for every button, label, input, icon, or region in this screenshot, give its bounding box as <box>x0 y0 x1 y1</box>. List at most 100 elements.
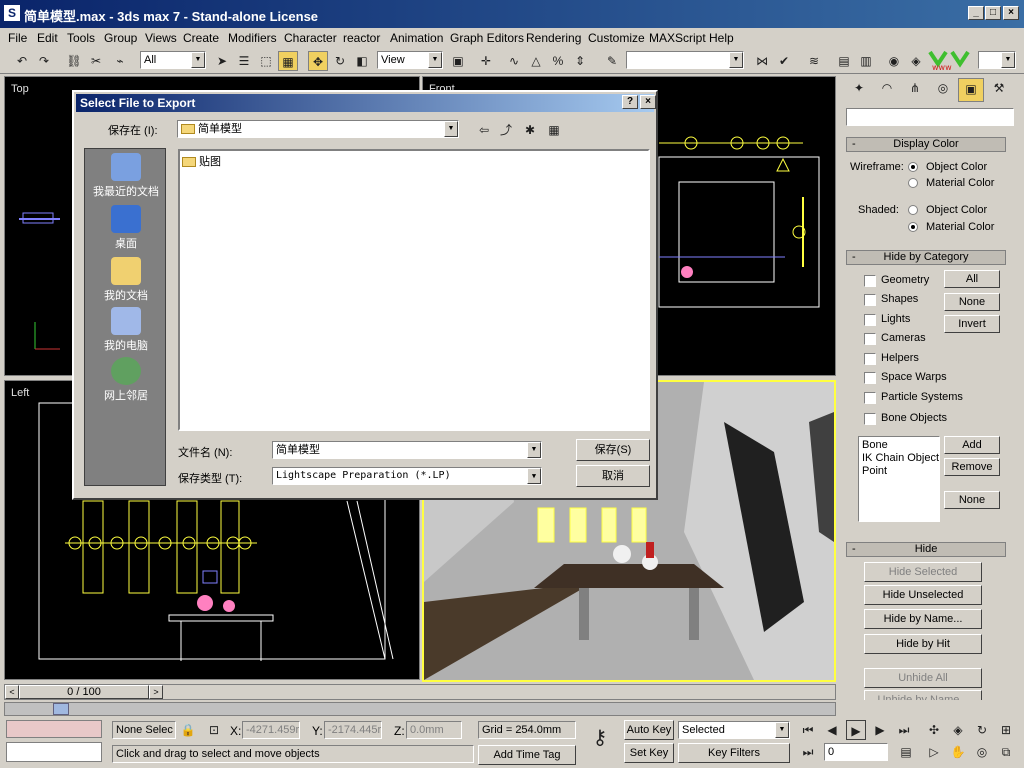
goto-start-icon[interactable]: ⏮ <box>798 720 818 740</box>
z-coordinate-field[interactable]: 0.0mm <box>406 721 462 739</box>
scale-icon[interactable]: ◧ <box>352 51 372 71</box>
place-desktop[interactable]: 桌面 <box>85 205 167 251</box>
rotate-icon[interactable]: ↻ <box>330 51 350 71</box>
menu-group[interactable]: Group <box>104 31 137 45</box>
dialog-close-button[interactable]: × <box>640 95 656 109</box>
particle-systems-checkbox[interactable] <box>864 392 876 404</box>
motion-tab-icon[interactable]: ◎ <box>930 78 956 102</box>
material-editor-icon[interactable]: ◉ <box>884 51 904 71</box>
cameras-checkbox[interactable] <box>864 333 876 345</box>
time-slider-track[interactable]: < 0 / 100 > <box>4 684 836 700</box>
move-icon[interactable]: ✥ <box>308 51 328 71</box>
cancel-button[interactable]: 取消 <box>576 465 650 487</box>
maximize-button[interactable]: □ <box>985 6 1001 20</box>
curve-editor-icon[interactable]: ▤ <box>834 51 854 71</box>
add-button[interactable]: Add <box>944 436 1000 454</box>
create-tab-icon[interactable]: ✦ <box>846 78 872 102</box>
add-time-tag-button[interactable]: Add Time Tag <box>478 745 576 765</box>
file-list[interactable]: 贴图 <box>178 149 650 431</box>
hierarchy-tab-icon[interactable]: ⋔ <box>902 78 928 102</box>
place-my-documents[interactable]: 我的文档 <box>85 257 167 303</box>
time-next-icon[interactable]: > <box>149 685 163 699</box>
zoom-extents-icon[interactable]: ◈ <box>948 720 968 740</box>
redo-icon[interactable]: ↷ <box>34 51 54 71</box>
unlink-icon[interactable]: ✂ <box>86 51 106 71</box>
absolute-mode-icon[interactable]: ⊡ <box>204 720 224 740</box>
shaded-object-color-radio[interactable] <box>908 205 918 215</box>
menu-maxscript[interactable]: MAXScript <box>649 31 706 45</box>
set-key-icon[interactable]: ⚷ <box>584 728 616 754</box>
display-color-rollout[interactable]: - Display Color <box>846 137 1006 152</box>
helpers-checkbox[interactable] <box>864 353 876 365</box>
display-tab-icon[interactable]: ▣ <box>958 78 984 102</box>
auto-key-button[interactable]: Auto Key <box>624 720 674 740</box>
rect-selection-icon[interactable]: ⬚ <box>256 51 276 71</box>
goto-end-icon[interactable]: ⏭ <box>894 720 914 740</box>
view-menu-icon[interactable]: ▦ <box>544 120 564 140</box>
up-folder-icon[interactable]: ⤴ <box>496 120 516 140</box>
render-scene-icon[interactable]: ◈ <box>906 51 926 71</box>
bind-space-warp-icon[interactable]: ⌁ <box>110 51 130 71</box>
selection-filter-dropdown[interactable]: All ▼ <box>140 51 206 69</box>
hide-rollout[interactable]: - Hide <box>846 542 1006 557</box>
category-list[interactable]: Bone IK Chain Object Point <box>858 436 940 522</box>
close-button[interactable]: × <box>1003 6 1019 20</box>
wireframe-material-color-radio[interactable] <box>908 178 918 188</box>
align-icon[interactable]: ✔ <box>774 51 794 71</box>
menu-rendering[interactable]: Rendering <box>526 31 581 45</box>
place-my-computer[interactable]: 我的电脑 <box>85 307 167 353</box>
track-bar-key[interactable] <box>53 703 69 715</box>
hand-pan-icon[interactable]: ✋ <box>948 742 968 762</box>
time-configuration-icon[interactable]: ▤ <box>896 742 916 762</box>
file-item[interactable]: 贴图 <box>182 153 221 169</box>
hide-selected-button[interactable]: Hide Selected <box>864 562 982 582</box>
menu-views[interactable]: Views <box>145 31 177 45</box>
render-type-dropdown[interactable]: ▼ <box>978 51 1016 69</box>
menu-modifiers[interactable]: Modifiers <box>228 31 277 45</box>
edit-named-selection-icon[interactable]: ✎ <box>602 51 622 71</box>
command-panel-field[interactable] <box>846 108 1014 126</box>
filename-input[interactable]: 简单模型 ▼ <box>272 441 542 459</box>
x-coordinate-field[interactable]: -4271.459r <box>242 721 300 739</box>
mirror-icon[interactable]: ⋈ <box>752 51 772 71</box>
manipulate-icon[interactable]: ✛ <box>476 51 496 71</box>
modify-tab-icon[interactable]: ◠ <box>874 78 900 102</box>
pan-icon[interactable]: ✣ <box>924 720 944 740</box>
pivot-center-icon[interactable]: ▣ <box>448 51 468 71</box>
back-icon[interactable]: ⇦ <box>474 120 494 140</box>
named-selection-dropdown[interactable]: ▼ <box>626 51 744 69</box>
menu-customize[interactable]: Customize <box>588 31 645 45</box>
wireframe-object-color-radio[interactable] <box>908 162 918 172</box>
minimize-button[interactable]: _ <box>968 6 984 20</box>
space-warps-checkbox[interactable] <box>864 372 876 384</box>
maxscript-listener-mini[interactable] <box>6 720 102 738</box>
arc-rotate-icon[interactable]: ◎ <box>972 742 992 762</box>
reference-coord-dropdown[interactable]: View ▼ <box>377 51 443 69</box>
maxscript-input[interactable] <box>6 742 102 762</box>
menu-character[interactable]: Character <box>284 31 337 45</box>
window-crossing-icon[interactable]: ▦ <box>278 51 298 71</box>
hide-by-name-button[interactable]: Hide by Name... <box>864 609 982 629</box>
save-in-dropdown[interactable]: 简单模型 ▼ <box>177 120 459 138</box>
percent-snap-icon[interactable]: % <box>548 51 568 71</box>
all-button[interactable]: All <box>944 270 1000 288</box>
place-network[interactable]: 网上邻居 <box>85 357 167 403</box>
menu-graph-editors[interactable]: Graph Editors <box>450 31 524 45</box>
menu-create[interactable]: Create <box>183 31 219 45</box>
none-button[interactable]: None <box>944 293 1000 311</box>
prev-frame-icon[interactable]: ◀ <box>822 720 842 740</box>
menu-animation[interactable]: Animation <box>390 31 443 45</box>
place-recent[interactable]: 我最近的文档 <box>85 153 167 199</box>
category-list-item[interactable]: Bone <box>862 439 939 452</box>
lock-selection-icon[interactable]: 🔒 <box>178 720 198 740</box>
current-frame-field[interactable]: 0 <box>824 743 888 761</box>
time-slider-thumb[interactable]: 0 / 100 <box>19 685 149 699</box>
schematic-view-icon[interactable]: ▥ <box>856 51 876 71</box>
none-list-button[interactable]: None <box>944 491 1000 509</box>
key-filters-button[interactable]: Key Filters <box>678 743 790 763</box>
select-by-name-icon[interactable]: ☰ <box>234 51 254 71</box>
dialog-help-button[interactable]: ? <box>622 95 638 109</box>
key-mode-toggle-icon[interactable]: ⏭ <box>798 742 818 762</box>
track-bar[interactable] <box>4 702 836 716</box>
geometry-checkbox[interactable] <box>864 275 876 287</box>
